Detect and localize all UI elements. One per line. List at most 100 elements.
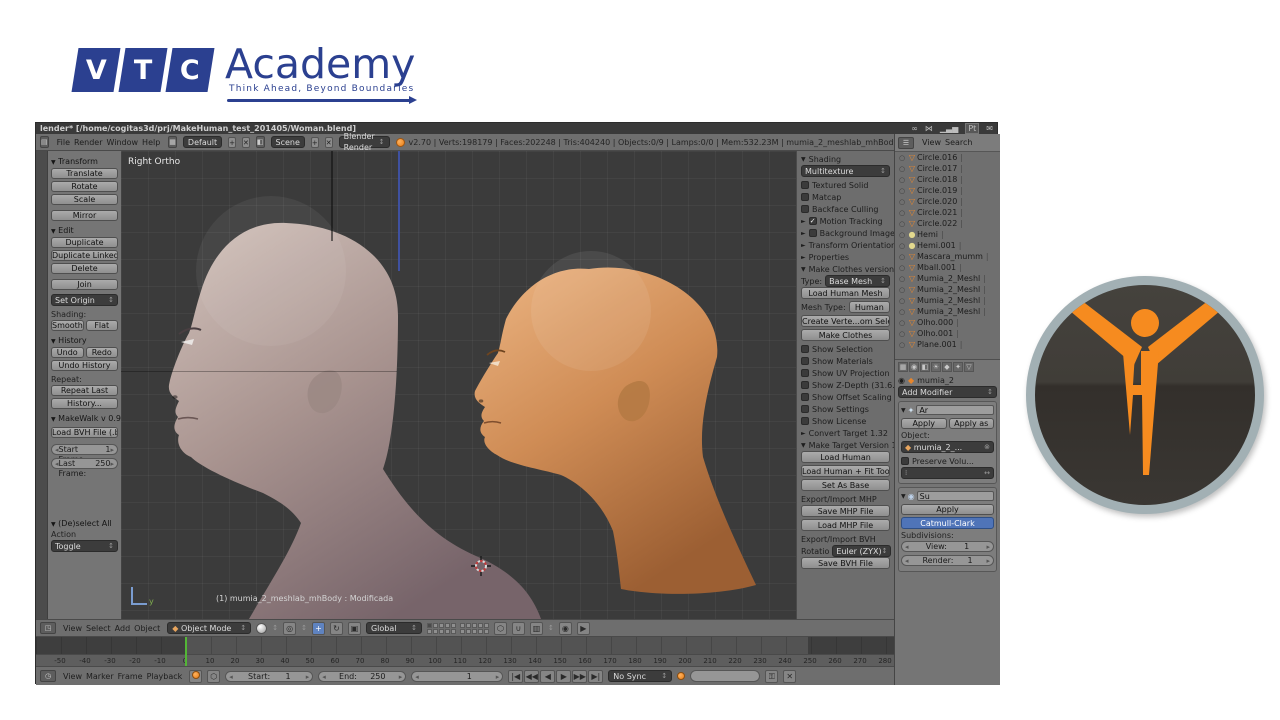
render-subdivisions-field[interactable]: ◂Render:1▸ (901, 555, 994, 566)
shading-mode-select[interactable]: Multitexture↕ (801, 165, 890, 177)
end-frame-field[interactable]: ◂End:250▸ (318, 671, 406, 682)
signal-icon[interactable]: ▁▃▅ (940, 124, 958, 133)
modifier-name-field[interactable]: Su (917, 491, 994, 501)
timeline-editor-icon[interactable]: ◷ (40, 670, 56, 682)
timeline-track[interactable] (36, 637, 894, 654)
checkbox[interactable] (801, 369, 809, 377)
scene-select[interactable]: Scene (271, 136, 305, 148)
current-frame-playhead[interactable] (185, 637, 187, 666)
menu-item[interactable]: Marker (84, 672, 116, 681)
background-images-row[interactable]: ►Background Images (801, 227, 890, 239)
screen-layout-select[interactable]: Default (183, 136, 222, 148)
snap-magnet-icon[interactable]: ∪ (512, 622, 525, 635)
record-range-icon[interactable] (189, 670, 202, 683)
expand-dot[interactable]: ○ (899, 275, 907, 283)
tool-button[interactable]: Scale (51, 194, 118, 205)
checkbox[interactable] (801, 405, 809, 413)
menu-item[interactable]: Window (105, 138, 141, 147)
start-frame-field[interactable]: ◂Start Frame:1▸ (51, 444, 118, 455)
create-verts-button[interactable]: Create Verte...om Selection (801, 315, 890, 327)
outliner-item[interactable]: ○ ● Hemi.001 | (895, 240, 1000, 251)
layout-close-button[interactable]: ✕ (242, 137, 250, 148)
view-subdivisions-field[interactable]: ◂View:1▸ (901, 541, 994, 552)
keying-set-field[interactable] (690, 670, 760, 682)
modifier-name-field[interactable]: Ar (916, 405, 994, 415)
menu-item[interactable]: Help (140, 138, 162, 147)
motion-tracking-row[interactable]: ►✓Motion Tracking (801, 215, 890, 227)
expand-dot[interactable]: ○ (899, 341, 907, 349)
expand-dot[interactable]: ○ (899, 176, 907, 184)
menu-item[interactable]: View (61, 672, 84, 681)
window-titlebar[interactable]: lender* [/home/cogitas3d/prj/MakeHuman_t… (36, 123, 997, 134)
tool-button[interactable]: Duplicate (51, 237, 118, 248)
link-icon[interactable]: ∞ (911, 124, 918, 133)
expand-dot[interactable]: ○ (899, 231, 907, 239)
checkbox[interactable] (801, 181, 809, 189)
pt-badge[interactable]: Pt (965, 123, 979, 134)
outliner-item[interactable]: ○ ▽ Mumia_2_Meshl | (895, 284, 1000, 295)
menu-item[interactable]: View (920, 138, 943, 147)
bowtie-icon[interactable]: ⋈ (925, 124, 933, 133)
scene-tab-icon[interactable]: ◧ (920, 362, 930, 372)
timeline-ruler[interactable]: -50-40-30-20-100102030405060708090100110… (36, 654, 894, 666)
expand-dot[interactable]: ○ (899, 220, 907, 228)
menu-item[interactable]: Add (113, 624, 133, 633)
catmull-clark-button[interactable]: Catmull-Clark (901, 517, 994, 529)
expand-dot[interactable]: ○ (899, 198, 907, 206)
expand-dot[interactable]: ○ (899, 165, 907, 173)
load-human-mesh-button[interactable]: Load Human Mesh (801, 287, 890, 299)
make-clothes-button[interactable]: Make Clothes (801, 329, 890, 341)
join-button[interactable]: Join (51, 279, 118, 290)
menu-item[interactable]: Select (84, 624, 113, 633)
repeat-history-button[interactable]: History... (51, 398, 118, 409)
convert-target-header[interactable]: ►Convert Target 1.32 (801, 427, 890, 439)
checkbox[interactable] (801, 393, 809, 401)
menu-item[interactable]: Frame (116, 672, 145, 681)
tool-button[interactable]: Translate (51, 168, 118, 179)
object-tab-icon[interactable]: ◆ (942, 362, 952, 372)
viewport-3d[interactable]: Right Ortho y (1) mumia_2_meshlab_mhBody… (121, 151, 796, 619)
layout-add-button[interactable]: + (228, 137, 236, 148)
load-bvh-button[interactable]: Load BVH File (.bvh) (51, 427, 118, 438)
editor-type-icon[interactable]: ▤ (40, 136, 49, 148)
prev-keyframe-button[interactable]: ◀◀ (524, 670, 539, 683)
checkbox[interactable] (801, 381, 809, 389)
load-mhp-button[interactable]: Load MHP File (801, 519, 890, 531)
apply-button[interactable]: Apply (901, 504, 994, 515)
repeat-last-button[interactable]: Repeat Last (51, 385, 118, 396)
outliner-item[interactable]: ○ ● Hemi | (895, 229, 1000, 240)
transform-orientations-row[interactable]: ►Transform Orientations (801, 239, 890, 251)
panel-transform-header[interactable]: ▼ Transform (51, 157, 118, 166)
play-button[interactable]: ▶ (556, 670, 571, 683)
editor-icon[interactable]: ▦ (898, 362, 908, 372)
smooth-button[interactable]: Smooth (51, 320, 84, 331)
menu-item[interactable]: File (55, 138, 72, 147)
undo-button[interactable]: Undo (51, 347, 84, 358)
checkbox-checked[interactable]: ✓ (809, 217, 817, 225)
menu-item[interactable]: Render (72, 138, 104, 147)
tool-button[interactable]: Rotate (51, 181, 118, 192)
save-bvh-button[interactable]: Save BVH File (801, 557, 890, 569)
expand-dot[interactable]: ○ (899, 308, 907, 316)
panel-history-header[interactable]: ▼ History (51, 336, 118, 345)
checkbox[interactable] (801, 193, 809, 201)
outliner-item[interactable]: ○ ▽ Mumia_2_Meshl | (895, 306, 1000, 317)
set-origin-select[interactable]: Set Origin↕ (51, 294, 118, 306)
checkbox[interactable] (801, 417, 809, 425)
outliner-item[interactable]: ○ ▽ Circle.018 | (895, 174, 1000, 185)
lock-icon[interactable]: ⬡ (494, 622, 507, 635)
menu-item[interactable]: Search (943, 138, 974, 147)
render-tab-icon[interactable]: ◉ (909, 362, 919, 372)
rotation-select[interactable]: Euler (ZYX)↕ (832, 545, 891, 557)
load-human-fit-button[interactable]: Load Human + Fit Tools (801, 465, 890, 477)
render-engine-select[interactable]: Blender Render↕ (339, 136, 390, 148)
last-frame-field[interactable]: ◂Last Frame:250▸ (51, 458, 118, 469)
type-select[interactable]: Base Mesh↕ (825, 275, 890, 287)
menu-item[interactable]: View (61, 624, 84, 633)
expand-dot[interactable]: ○ (899, 319, 907, 327)
apply-button[interactable]: Apply (901, 418, 947, 429)
manipulator-scale-icon[interactable]: ▣ (348, 622, 361, 635)
next-keyframe-button[interactable]: ▶▶ (572, 670, 587, 683)
world-tab-icon[interactable]: ☀ (931, 362, 941, 372)
manipulator-translate-icon[interactable]: + (312, 622, 325, 635)
